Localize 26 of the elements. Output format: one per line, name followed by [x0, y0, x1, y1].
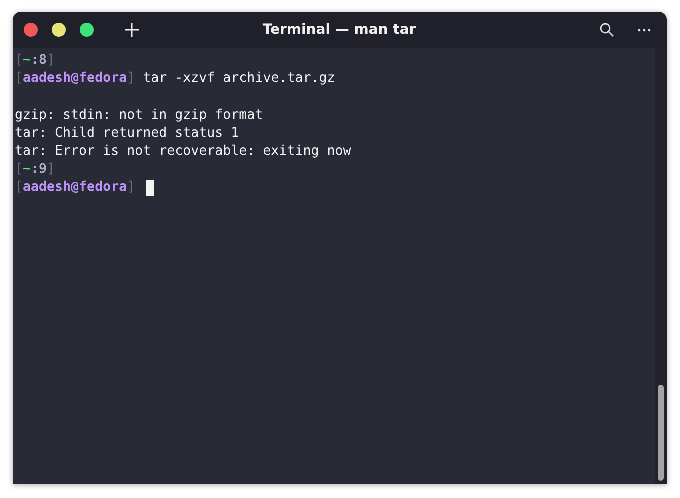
minimize-button[interactable]: [52, 23, 66, 37]
scrollbar-thumb[interactable]: [658, 385, 664, 481]
terminal-text: :8: [31, 52, 48, 70]
terminal-text: ]: [127, 70, 136, 88]
terminal-text: ~: [23, 52, 32, 70]
terminal-text: ~: [23, 161, 32, 180]
close-button[interactable]: [24, 23, 38, 37]
terminal-text: ]: [47, 161, 56, 180]
window-title: Terminal — man tar: [262, 22, 416, 38]
terminal-text: :9: [31, 161, 48, 180]
new-tab-icon[interactable]: [125, 23, 139, 37]
terminal-text: gzip: stdin: not in gzip format: [15, 106, 264, 125]
terminal-text: aadesh@fedora: [23, 179, 128, 198]
terminal-text: tar: Error is not recoverable: exiting now: [15, 142, 352, 161]
more-icon[interactable]: [638, 28, 651, 32]
terminal-text: [: [15, 161, 24, 180]
terminal-text: ]: [127, 179, 136, 198]
terminal-text: [: [15, 70, 24, 88]
maximize-button[interactable]: [80, 23, 94, 37]
search-icon[interactable]: [600, 23, 614, 37]
terminal-text: ]: [47, 52, 56, 70]
terminal-text: tar: Child returned status 1: [15, 124, 240, 143]
terminal-text: [: [15, 52, 24, 70]
terminal-text: aadesh@fedora: [23, 70, 128, 88]
terminal-text: [: [15, 179, 24, 198]
terminal-text: tar -xzvf archive.tar.gz: [142, 70, 336, 88]
